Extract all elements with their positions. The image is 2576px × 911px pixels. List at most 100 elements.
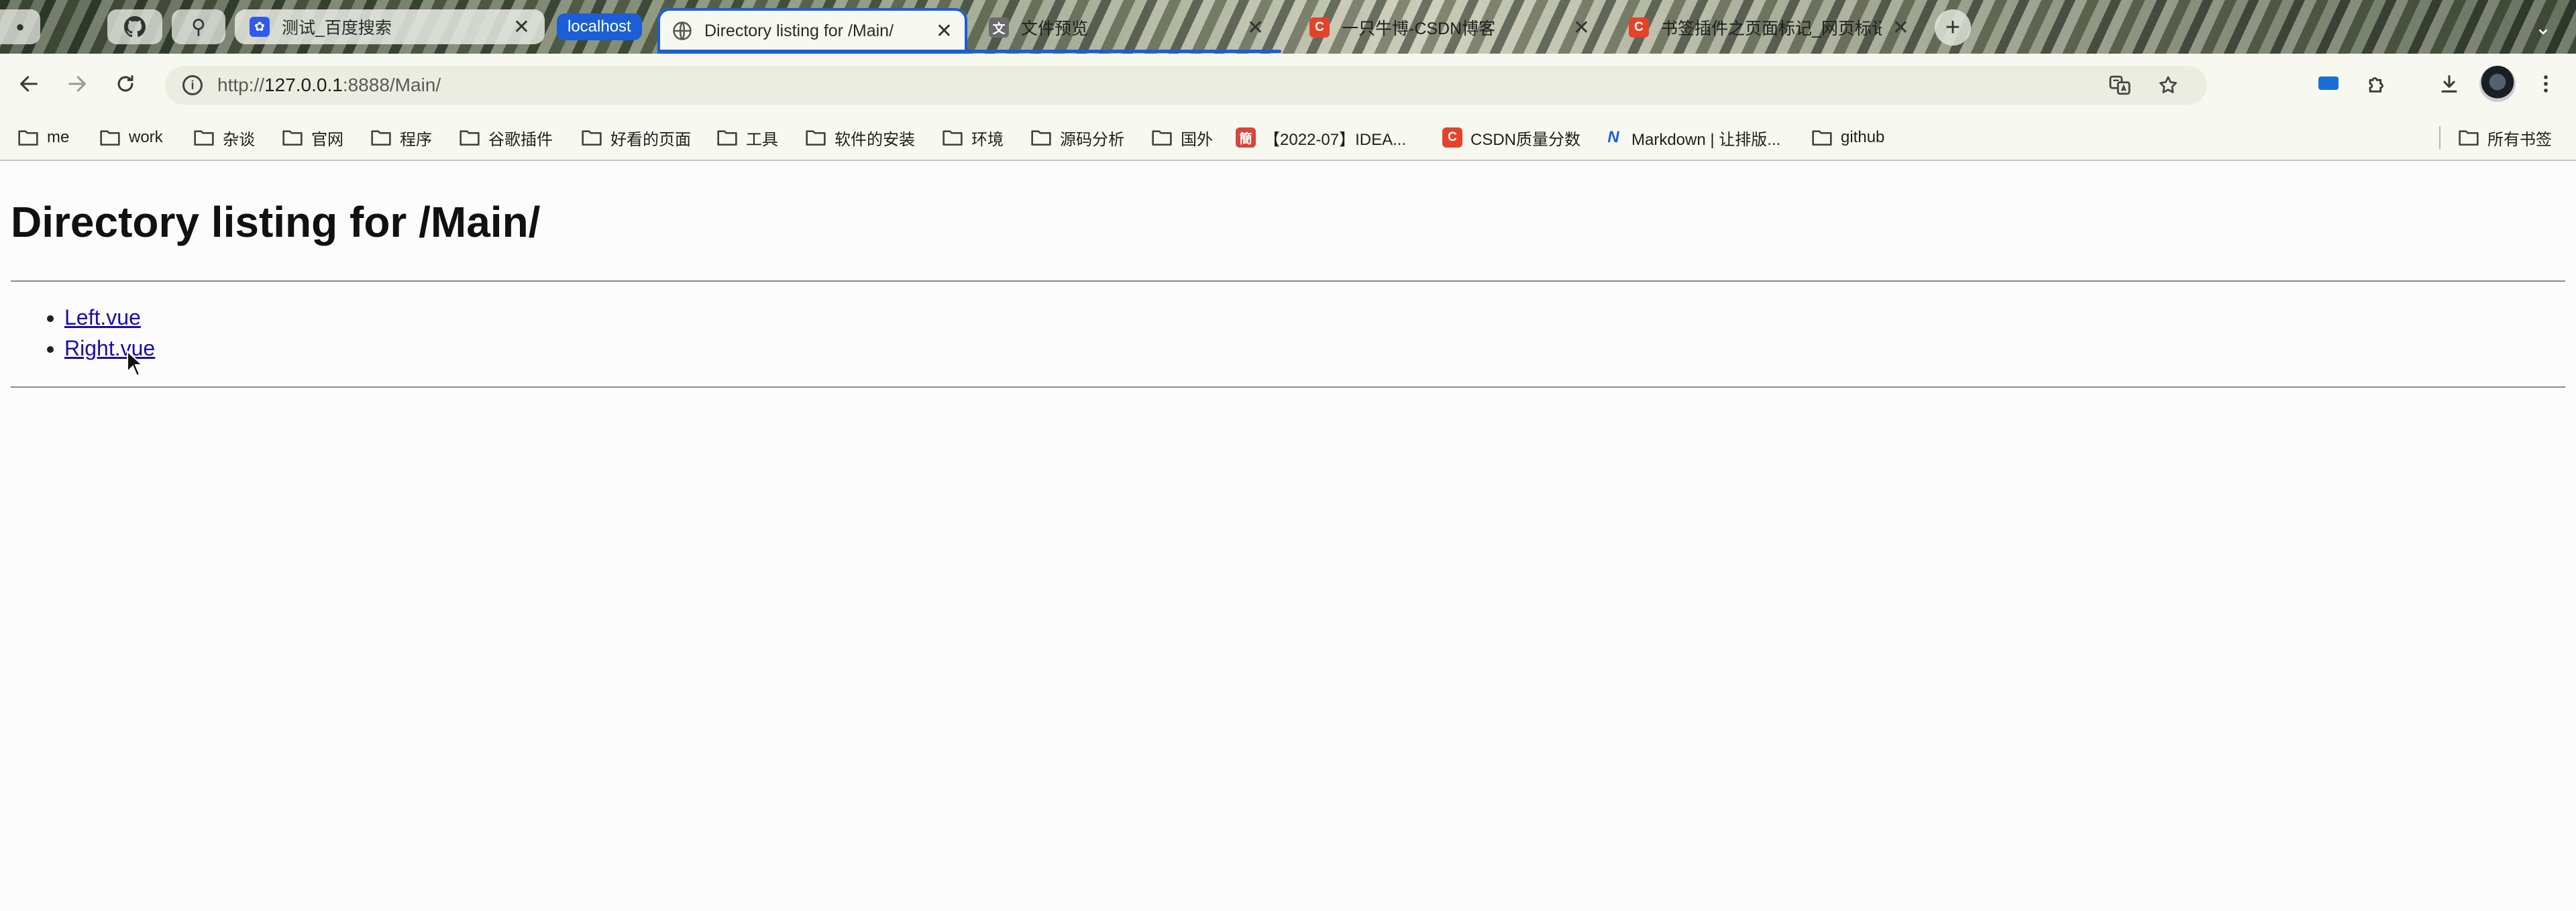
download-icon — [2441, 75, 2457, 93]
bookmark-folder-programs[interactable]: 程序 — [370, 125, 432, 150]
bookmark-label: work — [129, 128, 163, 146]
pinned-tab-search[interactable]: ⚲ — [172, 9, 225, 44]
forward-button[interactable] — [60, 67, 94, 101]
mouse-pointer-icon — [127, 350, 144, 377]
list-item: Left.vue — [64, 302, 155, 333]
tab-group-line — [657, 50, 1281, 53]
page-content: Directory listing for /Main/ Left.vue Ri… — [0, 162, 2576, 911]
folder-icon — [717, 130, 737, 146]
reload-icon — [117, 75, 133, 92]
bookmark-label: 源码分析 — [1060, 130, 1124, 149]
close-icon[interactable]: ✕ — [936, 19, 953, 43]
tab-search-button[interactable]: ⌄ — [2525, 9, 2561, 46]
tab-baidu[interactable]: ✿ 测试_百度搜索 ✕ — [235, 9, 545, 44]
folder-icon — [282, 130, 303, 146]
bookmark-label: 环境 — [971, 130, 1004, 149]
menu-button[interactable] — [2529, 67, 2563, 101]
bookmark-folder-chrome-plugins[interactable]: 谷歌插件 — [459, 125, 553, 150]
bookmark-idea[interactable]: 簡 【2022-07】IDEA... — [1236, 125, 1406, 150]
globe-icon — [672, 21, 692, 41]
app-icon: ● — [15, 18, 25, 35]
document-icon: 文 — [989, 17, 1009, 38]
bookmark-label: 所有书签 — [2487, 130, 2552, 149]
close-icon[interactable]: ✕ — [1892, 16, 1909, 40]
url-host: 127.0.0.1 — [264, 74, 343, 95]
downloads-button[interactable] — [2432, 67, 2466, 101]
divider-bottom — [11, 386, 2565, 388]
tab-directory-listing[interactable]: Directory listing for /Main/ ✕ — [657, 8, 967, 54]
back-button[interactable] — [12, 67, 46, 101]
bookmark-markdown[interactable]: N Markdown | 让排版... — [1603, 125, 1780, 150]
bookmark-label: 国外 — [1181, 130, 1213, 149]
tab-title: 书签插件之页面标记_网页标记 — [1661, 19, 1882, 38]
new-tab-button[interactable]: + — [1935, 9, 1971, 46]
page-title: Directory listing for /Main/ — [11, 198, 541, 246]
star-icon[interactable] — [2156, 73, 2180, 97]
close-icon[interactable]: ✕ — [513, 15, 530, 39]
divider-top — [11, 280, 2565, 282]
profile-avatar[interactable] — [2479, 66, 2516, 102]
pinned-tab[interactable]: ● — [0, 9, 40, 44]
bookmark-folder-foreign[interactable]: 国外 — [1151, 125, 1213, 150]
search-icon: ⚲ — [191, 15, 206, 38]
tab-title: Directory listing for /Main/ — [704, 21, 894, 40]
tab-strip: ● ⚲ ✿ 测试_百度搜索 ✕ localhost Directory list… — [0, 0, 2576, 54]
bookmark-label: 软件的安装 — [835, 130, 915, 149]
close-icon[interactable]: ✕ — [1573, 16, 1590, 40]
baidu-icon: ✿ — [250, 17, 270, 37]
tab-bookmark-plugin[interactable]: C 书签插件之页面标记_网页标记 ✕ — [1614, 7, 1924, 48]
bookmark-folder-me[interactable]: me — [17, 125, 69, 150]
bookmark-folder-work[interactable]: work — [99, 125, 163, 150]
site-info-icon[interactable]: i — [182, 75, 203, 95]
extensions-button[interactable] — [2360, 67, 2394, 101]
csdn-icon: C — [1309, 17, 1330, 38]
extension-icon[interactable] — [2318, 76, 2339, 90]
bookmark-label: Markdown | 让排版... — [1631, 130, 1781, 149]
address-bar[interactable]: i http://127.0.0.1:8888/Main/ — [165, 66, 2207, 105]
folder-icon — [1812, 130, 1832, 146]
folder-icon — [18, 130, 38, 146]
bookmark-label: 程序 — [400, 130, 432, 149]
bookmark-folder-all[interactable]: 所有书签 — [2458, 125, 2552, 150]
bookmark-label: 【2022-07】IDEA... — [1264, 130, 1407, 149]
bookmark-csdn-score[interactable]: C CSDN质量分数 — [1442, 125, 1580, 150]
bookmark-label: 谷歌插件 — [488, 130, 553, 149]
tab-file-preview[interactable]: 文 文件预览 ✕ — [974, 7, 1279, 48]
reload-button[interactable] — [109, 67, 142, 101]
file-link-left-vue[interactable]: Left.vue — [64, 305, 141, 329]
tab-group-chip[interactable]: localhost — [557, 13, 642, 40]
bookmark-label: me — [47, 128, 70, 146]
folder-icon — [1152, 130, 1172, 146]
more-vertical-icon — [2544, 75, 2548, 93]
pinned-tab-github[interactable] — [107, 9, 162, 44]
tab-csdn-blog[interactable]: C 一只牛博-CSDN博客 ✕ — [1295, 7, 1605, 48]
github-icon — [124, 16, 146, 38]
translate-icon[interactable] — [2108, 73, 2132, 97]
tab-title: 一只牛博-CSDN博客 — [1342, 19, 1496, 38]
bookmark-folder-software-install[interactable]: 软件的安装 — [805, 125, 915, 150]
tab-title: 文件预览 — [1021, 19, 1089, 38]
folder-icon — [194, 130, 214, 146]
csdn-icon: C — [1629, 17, 1649, 38]
puzzle-icon — [2369, 77, 2383, 93]
bookmark-folder-source-analysis[interactable]: 源码分析 — [1030, 125, 1124, 150]
csdn-icon: C — [1442, 127, 1462, 148]
url-scheme: http:// — [217, 74, 265, 95]
close-icon[interactable]: ✕ — [1247, 16, 1264, 40]
url-text[interactable]: http://127.0.0.1:8888/Main/ — [217, 74, 441, 96]
chevron-down-icon: ⌄ — [2534, 16, 2552, 39]
bookmark-folder-tools[interactable]: 工具 — [716, 125, 778, 150]
bookmark-label: 杂谈 — [223, 130, 255, 149]
bookmark-label: CSDN质量分数 — [1470, 130, 1581, 149]
bookmark-label: 好看的页面 — [610, 130, 691, 149]
arrow-left-icon — [20, 76, 38, 92]
url-path: :8888/Main/ — [342, 74, 441, 95]
arrow-right-icon — [68, 76, 86, 92]
jianshu-icon: 簡 — [1236, 127, 1256, 148]
markdown-icon: N — [1607, 128, 1619, 146]
bookmark-folder-nice-pages[interactable]: 好看的页面 — [581, 125, 691, 150]
bookmark-folder-environment[interactable]: 环境 — [942, 125, 1004, 150]
bookmark-folder-official[interactable]: 官网 — [282, 125, 343, 150]
bookmark-folder-github[interactable]: github — [1811, 125, 1884, 150]
bookmark-folder-chat[interactable]: 杂谈 — [193, 125, 255, 150]
